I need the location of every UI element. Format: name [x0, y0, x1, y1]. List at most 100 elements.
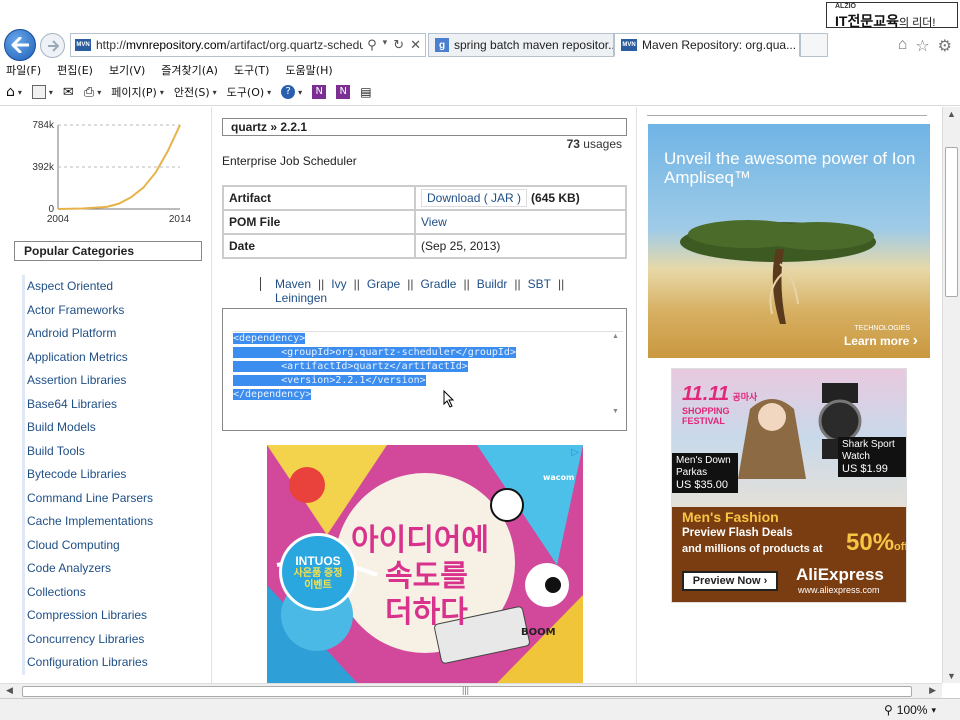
tab-ivy[interactable]: Ivy [331, 277, 346, 291]
category-link[interactable]: Aspect Oriented [25, 275, 202, 299]
wacom-advertisement[interactable]: wacom 아이디어에 속도를 더하다 INTUOS 사은품 증정 이벤트 BO… [267, 445, 583, 683]
wacom-headline-3: 더하다 [385, 595, 468, 630]
category-link[interactable]: Cloud Computing [25, 534, 202, 558]
zoom-icon: ⚲ [883, 703, 893, 717]
wacom-brand: wacom [543, 473, 575, 482]
zoom-control[interactable]: ⚲ 100% ▾ [884, 703, 936, 717]
category-link[interactable]: Bytecode Libraries [25, 463, 202, 487]
research-button[interactable]: ▤ [360, 85, 371, 99]
preview-now-button[interactable]: Preview Now › [682, 571, 778, 591]
vertical-scrollbar[interactable]: ▲ ▼ [942, 107, 960, 683]
table-row: Date (Sep 25, 2013) [222, 233, 627, 259]
aliexpress-url: www.aliexpress.com [798, 585, 880, 595]
url-host: mvnrepository.com [126, 38, 227, 52]
tools-menu[interactable]: 도구(O) ▾ [227, 84, 272, 100]
mail-icon: ✉ [62, 84, 74, 100]
brand-big: IT전문교육 [835, 13, 899, 29]
tab-grape[interactable]: Grape [367, 277, 400, 291]
ion-ampliseq-advertisement[interactable]: Unveil the awesome power of Ion Ampliseq… [648, 124, 930, 358]
menu-file[interactable]: 파일(F) [6, 62, 41, 78]
dependency-snippet[interactable]: <dependency> <groupId>org.quartz-schedul… [233, 331, 623, 417]
home-button[interactable]: ⌂ ▾ [6, 84, 22, 100]
dropdown-icon[interactable]: ▾ [383, 37, 388, 53]
artifact-description: Enterprise Job Scheduler [222, 154, 357, 168]
snippet-line: <dependency> [233, 333, 306, 344]
tab-sbt[interactable]: SBT [528, 277, 551, 291]
category-link[interactable]: Build Tools [25, 440, 202, 464]
status-bar: ⚲ 100% ▾ [0, 698, 960, 720]
scroll-grip-icon: ||| [462, 685, 470, 695]
search-icon[interactable]: ⚲ [367, 37, 377, 53]
navigation-row: MVN http://mvnrepository.com/artifact/or… [0, 28, 960, 62]
category-link[interactable]: Assertion Libraries [25, 369, 202, 393]
category-link[interactable]: Concurrency Libraries [25, 628, 202, 652]
x-tick-label: 2004 [47, 214, 70, 225]
menu-edit[interactable]: 편집(E) [57, 62, 93, 78]
tab-spring-batch[interactable]: g spring batch maven repositor... [428, 33, 614, 57]
tab-buildr[interactable]: Buildr [477, 277, 508, 291]
category-link[interactable]: Collections [25, 581, 202, 605]
help-button[interactable]: ? ▾ [281, 85, 302, 99]
category-link[interactable]: Application Metrics [25, 346, 202, 370]
learn-more-link[interactable]: Learn more › [844, 332, 918, 350]
menu-favorites[interactable]: 즐겨찾기(A) [161, 62, 218, 78]
back-button[interactable] [4, 29, 36, 61]
address-bar[interactable]: MVN http://mvnrepository.com/artifact/or… [70, 33, 426, 57]
onenote-button[interactable]: N [312, 85, 327, 99]
refresh-icon[interactable]: ↻ [393, 37, 404, 53]
table-row: POM File View [222, 209, 627, 235]
usage-count[interactable]: 73 usages [567, 137, 622, 151]
new-tab-button[interactable] [800, 33, 828, 57]
scroll-left-icon[interactable]: ◀ [6, 685, 13, 696]
artifact-info-table: Artifact Download ( JAR ) (645 KB) POM Fi… [222, 185, 627, 259]
menu-tools[interactable]: 도구(T) [234, 62, 270, 78]
snippet-scrollbar[interactable]: ▲ ▼ [612, 331, 622, 417]
ali-discount: 50%off [846, 529, 907, 556]
scroll-right-icon[interactable]: ▶ [929, 685, 936, 696]
tab-maven-repository[interactable]: MVN Maven Repository: org.qua... ✕ [614, 33, 800, 57]
onenote-linked-button[interactable]: N [336, 85, 351, 99]
feeds-button[interactable]: ▾ [31, 85, 53, 99]
mail-button[interactable]: ✉ [63, 85, 74, 100]
category-link[interactable]: Code Analyzers [25, 557, 202, 581]
ad-choices-icon[interactable]: ▷ [571, 447, 579, 458]
gear-icon[interactable]: ⚙ [938, 36, 952, 56]
favorites-star-icon[interactable]: ☆ [915, 36, 929, 56]
category-link[interactable]: Build Models [25, 416, 202, 440]
menu-view[interactable]: 보기(V) [109, 62, 145, 78]
scroll-thumb[interactable] [945, 147, 958, 297]
tab-leiningen[interactable]: Leiningen [275, 291, 327, 305]
y-tick-label: 392k [32, 162, 55, 173]
tab-gradle[interactable]: Gradle [420, 277, 456, 291]
download-jar-link[interactable]: Download ( JAR ) [421, 189, 528, 207]
url-text[interactable]: http://mvnrepository.com/artifact/org.qu… [96, 38, 363, 52]
scroll-down-icon[interactable]: ▼ [947, 671, 956, 681]
category-link[interactable]: Actor Frameworks [25, 299, 202, 323]
mvn-favicon: MVN [621, 39, 637, 51]
pom-view-link[interactable]: View [421, 215, 447, 229]
safety-menu[interactable]: 안전(S) ▾ [174, 84, 217, 100]
print-button[interactable]: ⎙ ▾ [84, 85, 101, 100]
menu-help[interactable]: 도움말(H) [285, 62, 332, 78]
forward-button[interactable] [40, 33, 65, 58]
x-tick-label: 2014 [169, 214, 192, 225]
category-link[interactable]: Command Line Parsers [25, 487, 202, 511]
category-link[interactable]: Android Platform [25, 322, 202, 346]
category-link[interactable]: Cache Implementations [25, 510, 202, 534]
pom-label: POM File [222, 209, 416, 235]
close-icon[interactable]: ✕ [410, 37, 421, 53]
chevron-down-icon: ▾ [931, 704, 936, 715]
brand-banner: ALZIO IT전문교육의 리더! [826, 2, 958, 29]
home-icon[interactable]: ⌂ [898, 36, 908, 56]
page-menu[interactable]: 페이지(P) ▾ [111, 84, 164, 100]
category-link[interactable]: Compression Libraries [25, 604, 202, 628]
snippet-line: <artifactId>quartz</artifactId> [233, 361, 468, 372]
ali-sub2: and millions of products at [682, 543, 823, 555]
y-tick-label: 784k [32, 120, 55, 131]
aliexpress-advertisement[interactable]: 11.11 공마사 SHOPPING FESTIVAL Men's Down P… [671, 368, 907, 603]
scroll-up-icon[interactable]: ▲ [947, 109, 956, 119]
category-link[interactable]: Base64 Libraries [25, 393, 202, 417]
horizontal-scrollbar[interactable]: ◀ ||| ▶ [0, 683, 942, 698]
category-link[interactable]: Configuration Libraries [25, 651, 202, 675]
tab-maven[interactable]: Maven [275, 277, 311, 291]
